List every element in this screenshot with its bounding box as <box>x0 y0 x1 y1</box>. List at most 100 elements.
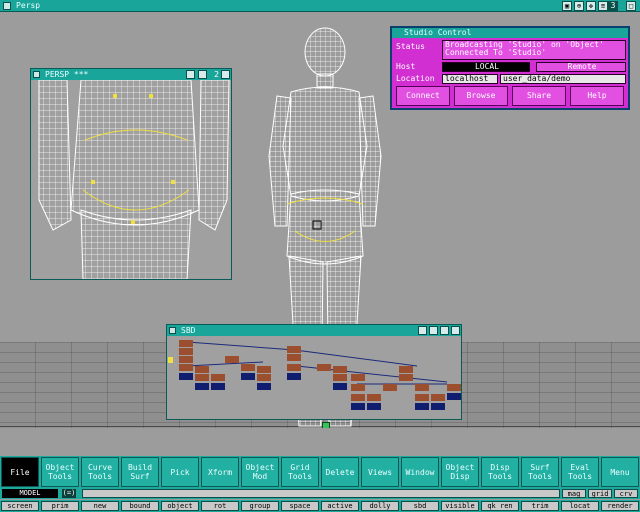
sbd-node[interactable] <box>179 356 193 363</box>
sbd-node[interactable] <box>195 374 209 381</box>
sbd-titlebar[interactable]: SBD <box>167 325 461 336</box>
sbd-node[interactable] <box>333 383 347 390</box>
help-button[interactable]: Help <box>570 86 624 106</box>
sbd-node[interactable] <box>287 354 301 361</box>
sbd-node[interactable] <box>431 394 445 401</box>
menu-button[interactable]: Menu <box>601 457 639 487</box>
surf-tools-button[interactable]: Surf Tools <box>521 457 559 487</box>
move-icon[interactable]: ✥ <box>586 1 596 11</box>
object-tools-button[interactable]: Object Tools <box>41 457 79 487</box>
eval-tools-button[interactable]: Eval Tools <box>561 457 599 487</box>
perspective-viewport[interactable]: Studio Control Status Broadcasting 'Stud… <box>0 12 640 428</box>
close-icon[interactable] <box>33 71 40 78</box>
studio-control-panel[interactable]: Studio Control Status Broadcasting 'Stud… <box>390 26 630 110</box>
mode-toggle-button[interactable]: (=) <box>62 489 76 498</box>
sbd-node[interactable] <box>179 340 193 347</box>
sbd-node[interactable] <box>383 384 397 391</box>
sbd-node[interactable] <box>287 373 301 380</box>
host-field[interactable]: LOCAL <box>442 62 530 72</box>
build-surf-button[interactable]: Build Surf <box>121 457 159 487</box>
sbd-node[interactable] <box>447 393 461 400</box>
sbd-node[interactable] <box>447 384 461 391</box>
object-disp-button[interactable]: Object Disp <box>441 457 479 487</box>
hotkey-object[interactable]: object <box>161 501 199 511</box>
sbd-node[interactable] <box>333 366 347 373</box>
hotkey-prim[interactable]: prim <box>41 501 79 511</box>
hotkey-trim[interactable]: trim <box>521 501 559 511</box>
pick-icon[interactable]: ▣ <box>562 1 572 11</box>
sbd-node[interactable] <box>257 383 271 390</box>
sbd-node[interactable] <box>195 366 209 373</box>
close-icon[interactable] <box>169 327 176 334</box>
sbd-node[interactable] <box>415 384 429 391</box>
hotkey-render[interactable]: render <box>601 501 639 511</box>
pick-icon[interactable] <box>186 70 195 79</box>
sbd-node[interactable] <box>211 383 225 390</box>
maximize-icon[interactable] <box>221 70 230 79</box>
hotkey-visible[interactable]: visible <box>441 501 479 511</box>
move-icon[interactable] <box>440 326 449 335</box>
sbd-node[interactable] <box>399 366 413 373</box>
main-window-titlebar[interactable]: Persp ▣ ⊕ ✥ ≡ 3 □ <box>0 0 640 12</box>
sbd-node[interactable] <box>287 346 301 353</box>
prompt-input[interactable] <box>82 489 560 498</box>
remote-button[interactable]: Remote <box>536 62 626 72</box>
object-mod-button[interactable]: Object Mod <box>241 457 279 487</box>
sbd-node[interactable] <box>241 373 255 380</box>
grid-button[interactable]: grid <box>588 489 612 498</box>
sbd-node[interactable] <box>225 356 239 363</box>
sbd-window[interactable]: SBD <box>166 324 462 420</box>
zoom-icon[interactable] <box>198 70 207 79</box>
window-button[interactable]: Window <box>401 457 439 487</box>
hotkey-locat[interactable]: locat <box>561 501 599 511</box>
views-button[interactable]: Views <box>361 457 399 487</box>
sbd-node[interactable] <box>431 403 445 410</box>
hotkey-bound[interactable]: bound <box>121 501 159 511</box>
sbd-node[interactable] <box>399 374 413 381</box>
sbd-node[interactable] <box>351 374 365 381</box>
share-button[interactable]: Share <box>512 86 566 106</box>
sbd-node[interactable] <box>241 364 255 371</box>
inset-titlebar[interactable]: PERSP *** 2 <box>31 69 231 80</box>
curve-tools-button[interactable]: Curve Tools <box>81 457 119 487</box>
hotkey-screen[interactable]: screen <box>1 501 39 511</box>
sbd-node[interactable] <box>317 364 331 371</box>
xform-button[interactable]: Xform <box>201 457 239 487</box>
sbd-node[interactable] <box>287 364 301 371</box>
connect-button[interactable]: Connect <box>396 86 450 106</box>
hotkey-new[interactable]: new <box>81 501 119 511</box>
location-path-field[interactable]: user_data/demo <box>500 74 626 84</box>
sbd-node[interactable] <box>179 364 193 371</box>
crv-button[interactable]: crv <box>614 489 638 498</box>
hotkey-qk-ren[interactable]: qk ren <box>481 501 519 511</box>
disp-tools-button[interactable]: Disp Tools <box>481 457 519 487</box>
sbd-node[interactable] <box>351 394 365 401</box>
sbd-node[interactable] <box>333 374 347 381</box>
browse-button[interactable]: Browse <box>454 86 508 106</box>
hotkey-active[interactable]: active <box>321 501 359 511</box>
sbd-node[interactable] <box>211 374 225 381</box>
grid-tools-button[interactable]: Grid Tools <box>281 457 319 487</box>
sbd-node[interactable] <box>415 394 429 401</box>
maximize-icon[interactable] <box>451 326 460 335</box>
close-icon[interactable] <box>3 2 11 10</box>
inset-persp-window[interactable]: PERSP *** 2 <box>30 68 232 280</box>
mag-button[interactable]: mag <box>562 489 586 498</box>
maximize-icon[interactable]: □ <box>626 1 636 11</box>
inset-viewport[interactable] <box>31 80 231 279</box>
location-host-field[interactable]: localhost <box>442 74 498 84</box>
sbd-node[interactable] <box>415 403 429 410</box>
hotkey-dolly[interactable]: dolly <box>361 501 399 511</box>
mode-indicator[interactable]: MODEL <box>2 489 58 498</box>
sbd-node[interactable] <box>367 403 381 410</box>
menu-icon[interactable]: ≡ <box>598 1 608 11</box>
hotkey-rot[interactable]: rot <box>201 501 239 511</box>
hotkey-sbd[interactable]: sbd <box>401 501 439 511</box>
sbd-node[interactable] <box>179 348 193 355</box>
hotkey-group[interactable]: group <box>241 501 279 511</box>
zoom-icon[interactable] <box>429 326 438 335</box>
file-button[interactable]: File <box>1 457 39 487</box>
delete-button[interactable]: Delete <box>321 457 359 487</box>
sbd-node[interactable] <box>257 366 271 373</box>
sbd-node[interactable] <box>367 394 381 401</box>
